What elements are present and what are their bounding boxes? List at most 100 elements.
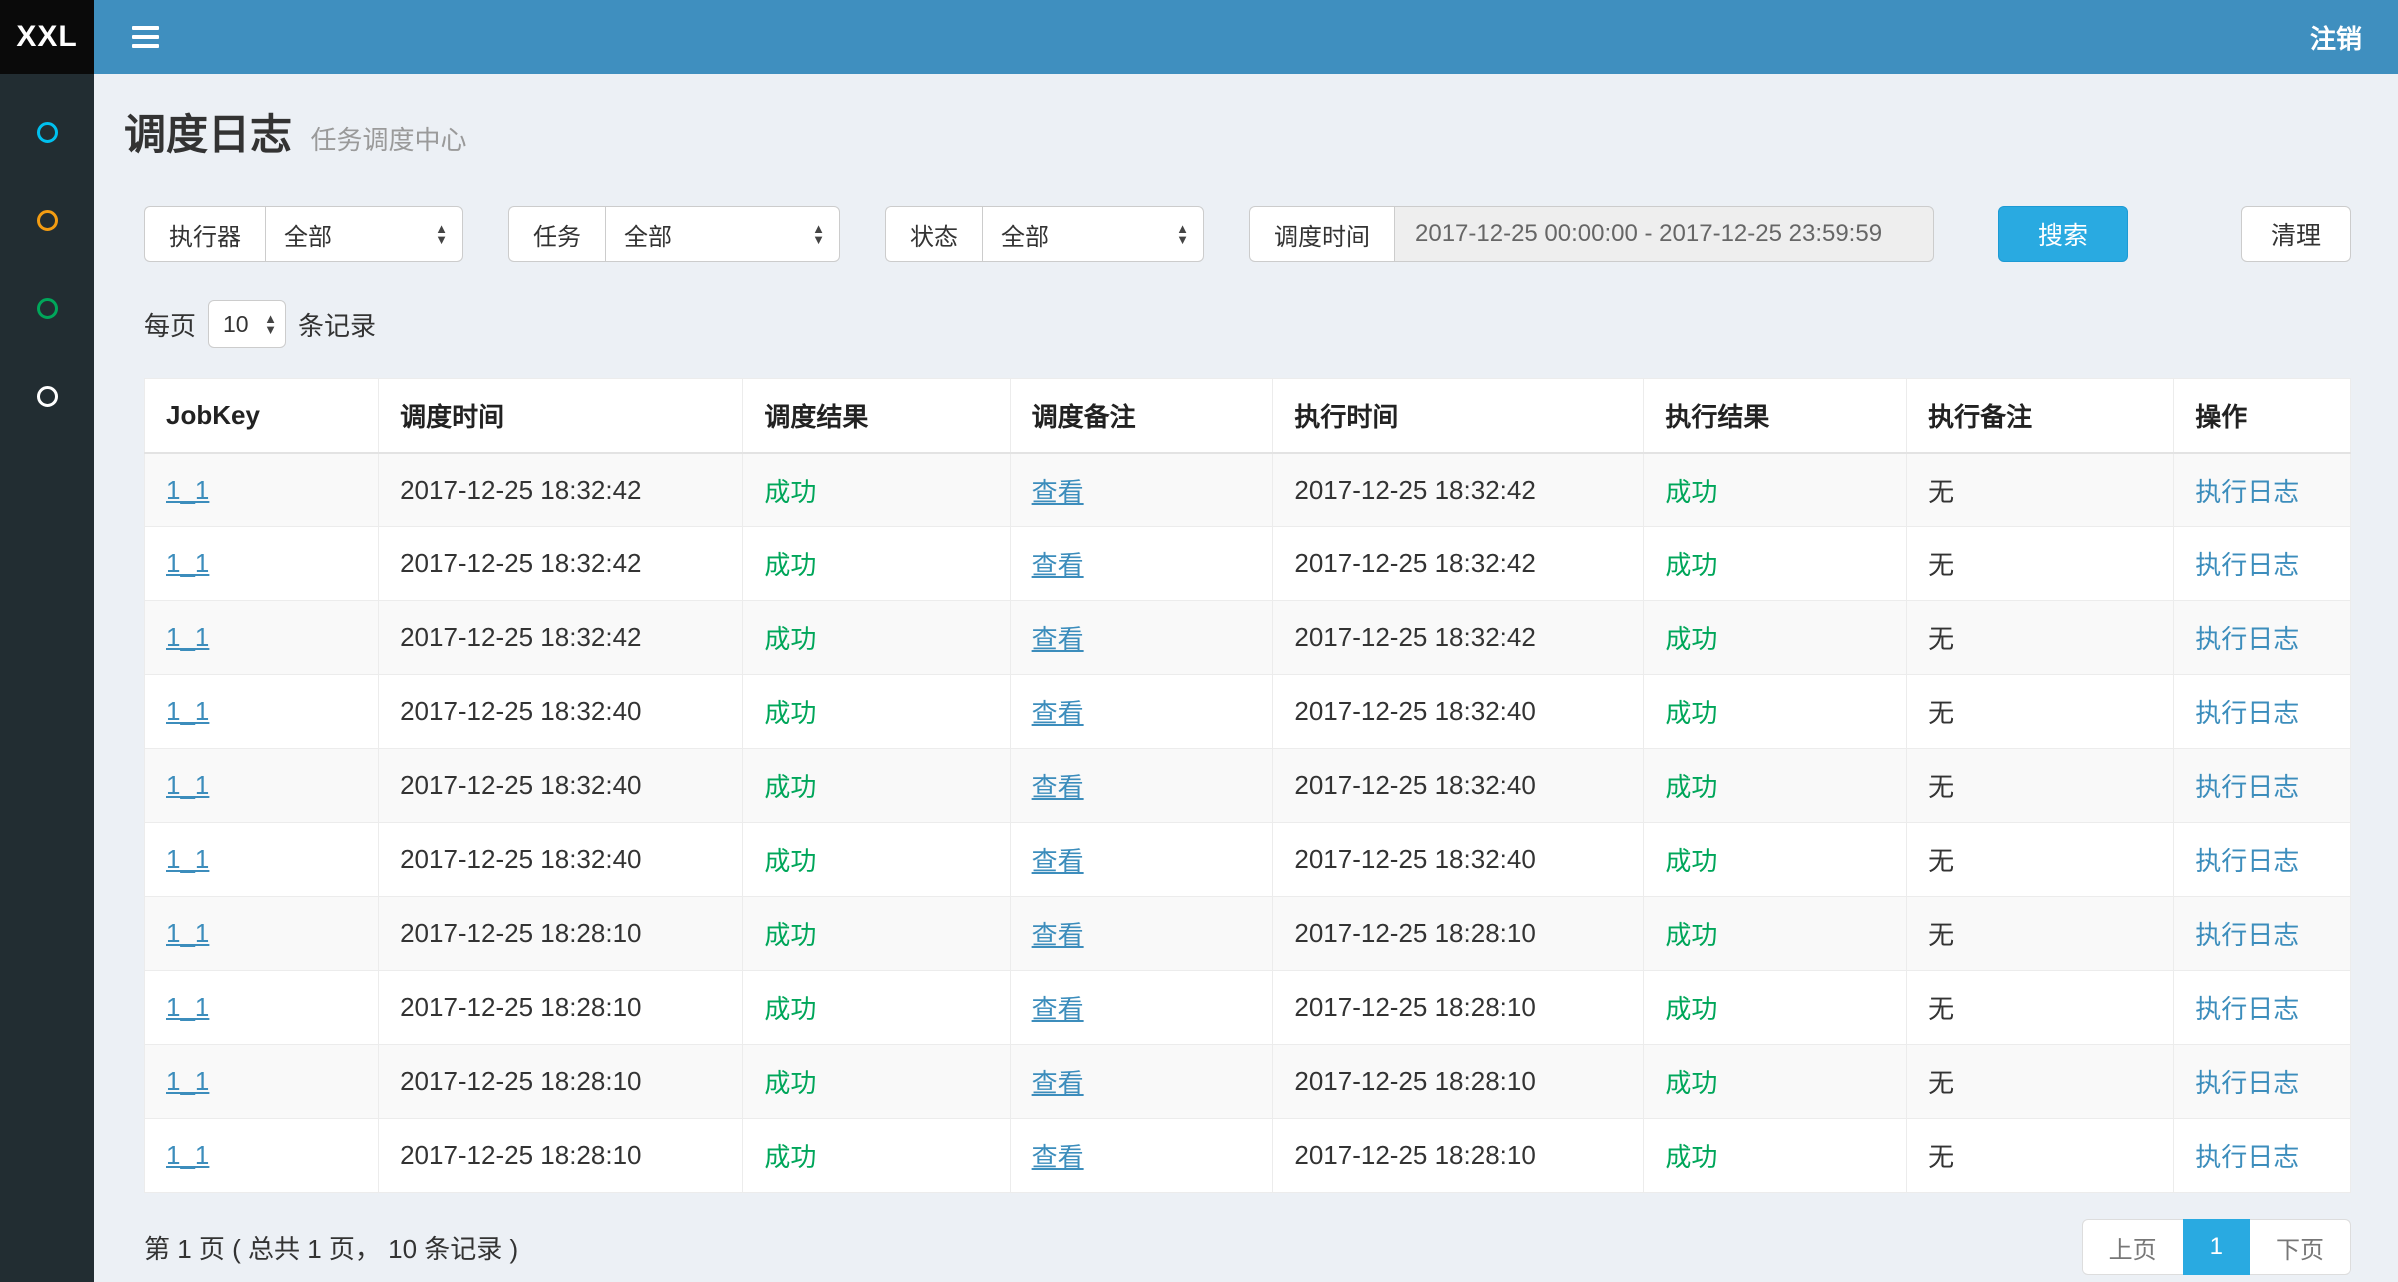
jobkey-link[interactable]: 1_1: [166, 918, 209, 948]
jobkey-link[interactable]: 1_1: [166, 622, 209, 652]
cell-trigger-time: 2017-12-25 18:32:40: [379, 675, 743, 749]
trigger-remark-link[interactable]: 查看: [1032, 772, 1084, 802]
app-logo[interactable]: XXL: [0, 0, 94, 74]
executor-select[interactable]: 全部 ▲▼: [265, 206, 463, 262]
handle-result-text: 成功: [1665, 698, 1717, 728]
sidebar-item-1[interactable]: [0, 88, 94, 176]
status-select-value: 全部: [1001, 217, 1049, 252]
cell-handle-result: 成功: [1644, 749, 1907, 823]
sidebar-item-2[interactable]: [0, 176, 94, 264]
trigger-result-text: 成功: [764, 920, 816, 950]
cell-action: 执行日志: [2174, 1119, 2351, 1193]
log-table-body: 1_1 2017-12-25 18:32:42 成功 查看 2017-12-25…: [145, 453, 2351, 1193]
cell-handle-time: 2017-12-25 18:32:42: [1273, 527, 1644, 601]
cell-trigger-remark: 查看: [1010, 1045, 1273, 1119]
jobkey-link[interactable]: 1_1: [166, 770, 209, 800]
jobkey-link[interactable]: 1_1: [166, 696, 209, 726]
page-size-select[interactable]: 10 ▲▼: [208, 300, 286, 348]
exec-log-link[interactable]: 执行日志: [2195, 624, 2299, 654]
cell-handle-time: 2017-12-25 18:28:10: [1273, 1045, 1644, 1119]
trigger-remark-link[interactable]: 查看: [1032, 550, 1084, 580]
exec-log-link[interactable]: 执行日志: [2195, 550, 2299, 580]
job-select-value: 全部: [624, 217, 672, 252]
cell-trigger-result: 成功: [743, 675, 1010, 749]
logout-link[interactable]: 注销: [2310, 19, 2362, 56]
cell-handle-remark: 无: [1907, 601, 2174, 675]
jobkey-link[interactable]: 1_1: [166, 1140, 209, 1170]
table-row: 1_1 2017-12-25 18:32:42 成功 查看 2017-12-25…: [145, 453, 2351, 527]
trigger-remark-link[interactable]: 查看: [1032, 1142, 1084, 1172]
trigger-remark-link[interactable]: 查看: [1032, 846, 1084, 876]
cell-trigger-time: 2017-12-25 18:32:42: [379, 601, 743, 675]
trigger-result-text: 成功: [764, 477, 816, 507]
job-select[interactable]: 全部 ▲▼: [605, 206, 840, 262]
cell-handle-time: 2017-12-25 18:28:10: [1273, 897, 1644, 971]
cell-jobkey: 1_1: [145, 749, 379, 823]
jobkey-link[interactable]: 1_1: [166, 548, 209, 578]
jobkey-link[interactable]: 1_1: [166, 1066, 209, 1096]
exec-log-link[interactable]: 执行日志: [2195, 846, 2299, 876]
search-button[interactable]: 搜索: [1998, 206, 2128, 262]
cell-handle-result: 成功: [1644, 527, 1907, 601]
prev-page-button[interactable]: 上页: [2082, 1219, 2184, 1275]
cell-trigger-result: 成功: [743, 1119, 1010, 1193]
job-label: 任务: [508, 206, 605, 262]
sidebar-item-4[interactable]: [0, 352, 94, 440]
table-row: 1_1 2017-12-25 18:32:40 成功 查看 2017-12-25…: [145, 675, 2351, 749]
table-row: 1_1 2017-12-25 18:28:10 成功 查看 2017-12-25…: [145, 1045, 2351, 1119]
cell-handle-time: 2017-12-25 18:32:40: [1273, 823, 1644, 897]
trigger-remark-link[interactable]: 查看: [1032, 920, 1084, 950]
trigger-result-text: 成功: [764, 624, 816, 654]
exec-log-link[interactable]: 执行日志: [2195, 920, 2299, 950]
exec-log-link[interactable]: 执行日志: [2195, 477, 2299, 507]
pagination: 上页 1 下页: [2082, 1219, 2351, 1275]
exec-log-link[interactable]: 执行日志: [2195, 698, 2299, 728]
sidebar-toggle-icon[interactable]: [128, 15, 163, 59]
next-page-button[interactable]: 下页: [2249, 1219, 2351, 1275]
select-arrows-icon: ▲▼: [812, 223, 825, 245]
cell-trigger-remark: 查看: [1010, 527, 1273, 601]
select-arrows-icon: ▲▼: [264, 313, 277, 335]
circle-icon: [37, 122, 58, 143]
cell-trigger-result: 成功: [743, 749, 1010, 823]
current-page-button[interactable]: 1: [2183, 1219, 2250, 1275]
table-row: 1_1 2017-12-25 18:32:42 成功 查看 2017-12-25…: [145, 527, 2351, 601]
cell-trigger-remark: 查看: [1010, 675, 1273, 749]
sidebar: [0, 74, 94, 1282]
trigger-remark-link[interactable]: 查看: [1032, 624, 1084, 654]
cell-handle-time: 2017-12-25 18:28:10: [1273, 1119, 1644, 1193]
jobkey-link[interactable]: 1_1: [166, 992, 209, 1022]
col-trigger-remark: 调度备注: [1010, 379, 1273, 453]
sidebar-item-3[interactable]: [0, 264, 94, 352]
cell-jobkey: 1_1: [145, 823, 379, 897]
cell-action: 执行日志: [2174, 527, 2351, 601]
clear-button[interactable]: 清理: [2241, 206, 2351, 262]
trigger-time-filter-group: 调度时间 2017-12-25 00:00:00 - 2017-12-25 23…: [1249, 206, 1934, 262]
jobkey-link[interactable]: 1_1: [166, 844, 209, 874]
cell-handle-remark: 无: [1907, 897, 2174, 971]
exec-log-link[interactable]: 执行日志: [2195, 1068, 2299, 1098]
trigger-remark-link[interactable]: 查看: [1032, 698, 1084, 728]
executor-label: 执行器: [144, 206, 265, 262]
trigger-time-range-input[interactable]: 2017-12-25 00:00:00 - 2017-12-25 23:59:5…: [1394, 206, 1934, 262]
jobkey-link[interactable]: 1_1: [166, 475, 209, 505]
header-row: JobKey 调度时间 调度结果 调度备注 执行时间 执行结果 执行备注 操作: [145, 379, 2351, 453]
trigger-remark-link[interactable]: 查看: [1032, 994, 1084, 1024]
cell-trigger-time: 2017-12-25 18:28:10: [379, 1119, 743, 1193]
page-size-row: 每页 10 ▲▼ 条记录: [144, 300, 2351, 348]
status-select[interactable]: 全部 ▲▼: [982, 206, 1204, 262]
page-size-suffix: 条记录: [298, 306, 376, 343]
cell-handle-time: 2017-12-25 18:32:40: [1273, 675, 1644, 749]
cell-handle-remark: 无: [1907, 527, 2174, 601]
navbar-content: 注销: [94, 0, 2398, 74]
cell-action: 执行日志: [2174, 823, 2351, 897]
cell-jobkey: 1_1: [145, 527, 379, 601]
exec-log-link[interactable]: 执行日志: [2195, 772, 2299, 802]
trigger-remark-link[interactable]: 查看: [1032, 1068, 1084, 1098]
trigger-remark-link[interactable]: 查看: [1032, 477, 1084, 507]
exec-log-link[interactable]: 执行日志: [2195, 1142, 2299, 1172]
cell-action: 执行日志: [2174, 971, 2351, 1045]
trigger-result-text: 成功: [764, 1068, 816, 1098]
table-row: 1_1 2017-12-25 18:28:10 成功 查看 2017-12-25…: [145, 971, 2351, 1045]
exec-log-link[interactable]: 执行日志: [2195, 994, 2299, 1024]
